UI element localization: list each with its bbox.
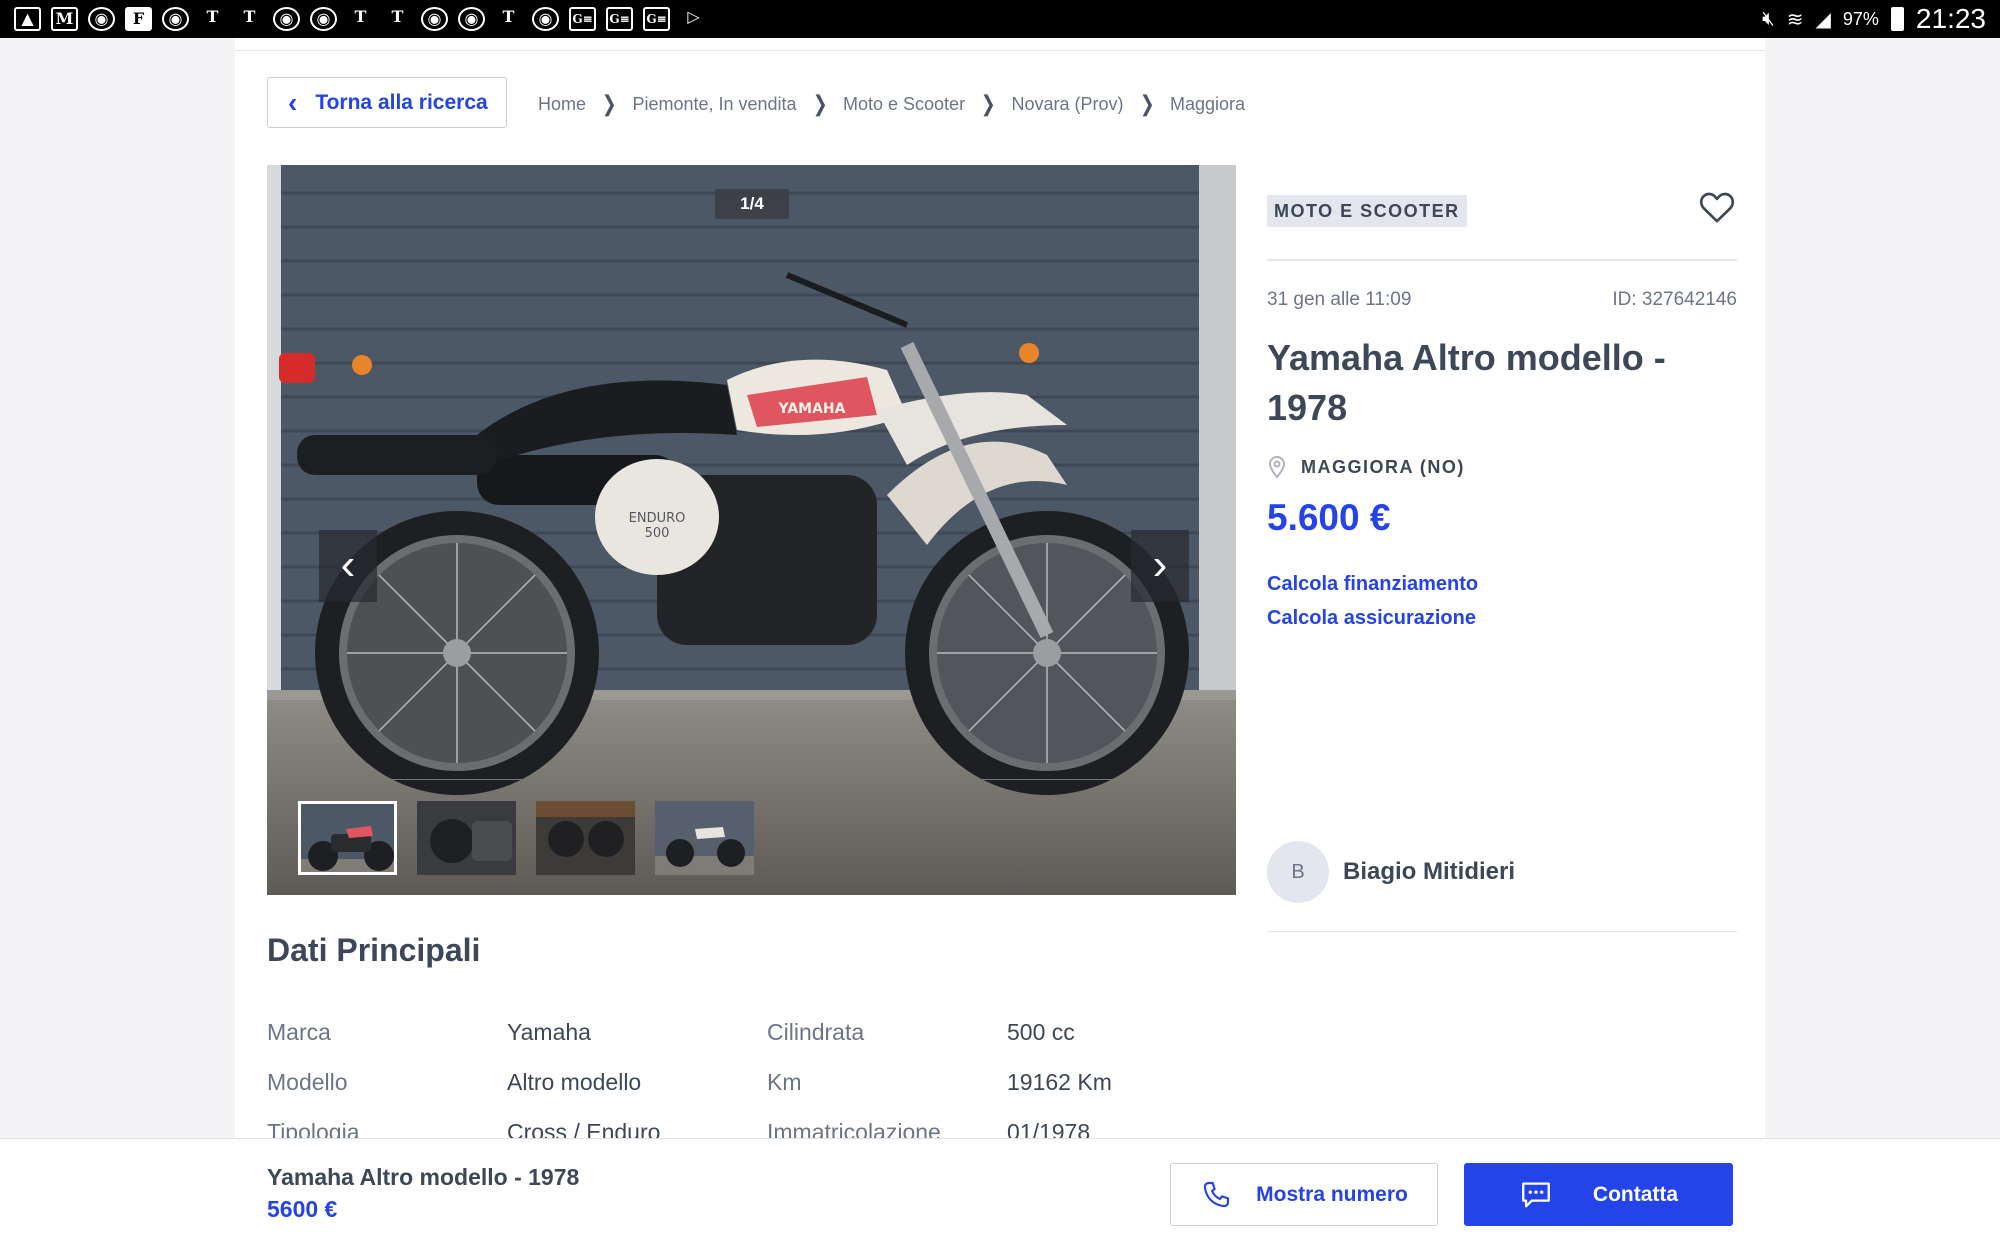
google-news-icon: G≡	[569, 7, 596, 31]
chevron-left-icon: ‹	[288, 86, 298, 118]
header-divider	[235, 50, 1765, 51]
play-store-icon: ▷	[687, 7, 700, 26]
category-badge: MOTO E SCOOTER	[1267, 195, 1467, 227]
data-label: Cilindrata	[767, 1019, 865, 1045]
seller-name: Biagio Mitidieri	[1343, 858, 1516, 885]
nytimes-icon: T	[354, 7, 367, 26]
notification-icons: ▲ M ◉ F ◉ T T ◉ ◉ T T ◉ ◉ T ◉ G≡ G≡ G≡ ▷	[14, 7, 707, 31]
heart-icon[interactable]	[1697, 187, 1737, 227]
signal-icon: ◢	[1815, 8, 1831, 31]
nytimes-icon: T	[206, 7, 219, 26]
nytimes-icon: T	[391, 7, 404, 26]
breadcrumb-province[interactable]: Novara (Prov)	[1012, 94, 1124, 115]
battery-icon	[1890, 7, 1904, 31]
location: MAGGIORA (NO)	[1267, 455, 1465, 479]
section-title-main-data: Dati Principali	[267, 932, 481, 968]
chrome-icon: ◉	[273, 7, 300, 31]
location-pin-icon	[1268, 456, 1286, 479]
svg-text:ENDURO: ENDURO	[629, 511, 686, 526]
back-to-search-label: Torna alla ricerca	[315, 90, 488, 114]
chrome-icon: ◉	[458, 7, 485, 31]
data-label: Marca	[267, 1019, 331, 1045]
data-value: 500 cc	[1007, 1019, 1075, 1045]
flipboard-icon: F	[125, 7, 152, 31]
status-bar: ▲ M ◉ F ◉ T T ◉ ◉ T T ◉ ◉ T ◉ G≡ G≡ G≡ ▷…	[0, 0, 2000, 38]
chrome-icon: ◉	[162, 7, 189, 31]
listing-info-panel: MOTO E SCOOTER 31 gen alle 11:09 ID: 327…	[1267, 165, 1737, 932]
nytimes-icon: T	[502, 7, 515, 26]
data-value: Altro modello	[507, 1069, 642, 1095]
nytimes-icon: T	[243, 7, 256, 26]
breadcrumb-town[interactable]: Maggiora	[1170, 94, 1245, 115]
location-label: MAGGIORA (NO)	[1301, 456, 1465, 477]
svg-text:500: 500	[645, 526, 670, 541]
chrome-icon: ◉	[421, 7, 448, 31]
listing-id: ID: 327642146	[1612, 289, 1737, 310]
thumbnail-3[interactable]	[536, 801, 635, 875]
chrome-icon: ◉	[532, 7, 559, 31]
sticky-contact-bar: Yamaha Altro modello - 1978 5600 € Mostr…	[0, 1138, 2000, 1250]
contact-label: Contatta	[1592, 1182, 1679, 1206]
battery-percent: 97%	[1842, 8, 1879, 29]
gmail-icon: M	[51, 7, 78, 31]
mute-icon: 🔇︎	[1762, 7, 1775, 30]
show-number-label: Mostra numero	[1256, 1182, 1408, 1206]
posted-date: 31 gen alle 11:09	[1267, 289, 1412, 310]
previous-photo-button[interactable]: ‹	[319, 530, 377, 602]
bottom-bar-price: 5600 €	[267, 1196, 338, 1222]
clock: 21:23	[1915, 3, 1986, 34]
seller-divider	[1267, 931, 1737, 932]
motorcycle-photo[interactable]: ENDURO 500 YAMAHA	[267, 165, 1236, 895]
wifi-icon: ≋	[1786, 8, 1804, 31]
listing-page: ‹ Torna alla ricerca Home ❯ Piemonte, In…	[235, 38, 1765, 1145]
calculate-financing-link[interactable]: Calcola finanziamento	[1267, 573, 1478, 596]
data-value: Yamaha	[507, 1019, 591, 1045]
back-to-search-button[interactable]: ‹ Torna alla ricerca	[267, 77, 507, 128]
thumbnail-strip	[298, 801, 754, 875]
photo-counter: 1/4	[715, 189, 789, 219]
photo-gallery: ENDURO 500 YAMAHA 1/4 ‹ ›	[267, 165, 1236, 895]
data-label: Modello	[267, 1069, 348, 1095]
show-number-button[interactable]: Mostra numero	[1170, 1163, 1438, 1226]
system-indicators: 🔇︎ ≋ ◢ 97% 21:23	[1762, 0, 1986, 38]
chevron-right-icon: ❯	[812, 91, 828, 116]
chevron-right-icon: ❯	[980, 91, 996, 116]
data-label: Km	[767, 1069, 802, 1095]
google-news-icon: G≡	[643, 7, 670, 31]
listing-price: 5.600 €	[1267, 497, 1391, 538]
chrome-icon: ◉	[310, 7, 337, 31]
chrome-icon: ◉	[88, 7, 115, 31]
chat-icon	[1522, 1182, 1550, 1207]
thumbnail-2[interactable]	[417, 801, 516, 875]
thumbnail-divider	[297, 779, 1206, 780]
google-news-icon: G≡	[606, 7, 633, 31]
chevron-right-icon: ❯	[601, 91, 617, 116]
avatar: B	[1267, 841, 1329, 903]
data-value: 19162 Km	[1007, 1069, 1112, 1095]
gallery-icon: ▲	[14, 7, 41, 31]
next-photo-button[interactable]: ›	[1131, 530, 1189, 602]
info-divider	[1267, 259, 1737, 261]
breadcrumb-region[interactable]: Piemonte, In vendita	[632, 94, 796, 115]
contact-button[interactable]: Contatta	[1464, 1163, 1733, 1226]
chevron-right-icon: ❯	[1139, 91, 1155, 116]
thumbnail-1[interactable]	[298, 801, 397, 875]
breadcrumb-category[interactable]: Moto e Scooter	[843, 94, 965, 115]
svg-text:YAMAHA: YAMAHA	[778, 401, 846, 417]
listing-title: Yamaha Altro modello - 1978	[1267, 337, 1666, 428]
thumbnail-4[interactable]	[655, 801, 754, 875]
breadcrumb: Home ❯ Piemonte, In vendita ❯ Moto e Sco…	[538, 91, 1245, 117]
bottom-bar-title: Yamaha Altro modello - 1978	[267, 1164, 580, 1190]
calculate-insurance-link[interactable]: Calcola assicurazione	[1267, 607, 1476, 630]
phone-icon	[1204, 1181, 1230, 1207]
seller[interactable]: B Biagio Mitidieri	[1267, 841, 1515, 903]
breadcrumb-home[interactable]: Home	[538, 94, 586, 115]
